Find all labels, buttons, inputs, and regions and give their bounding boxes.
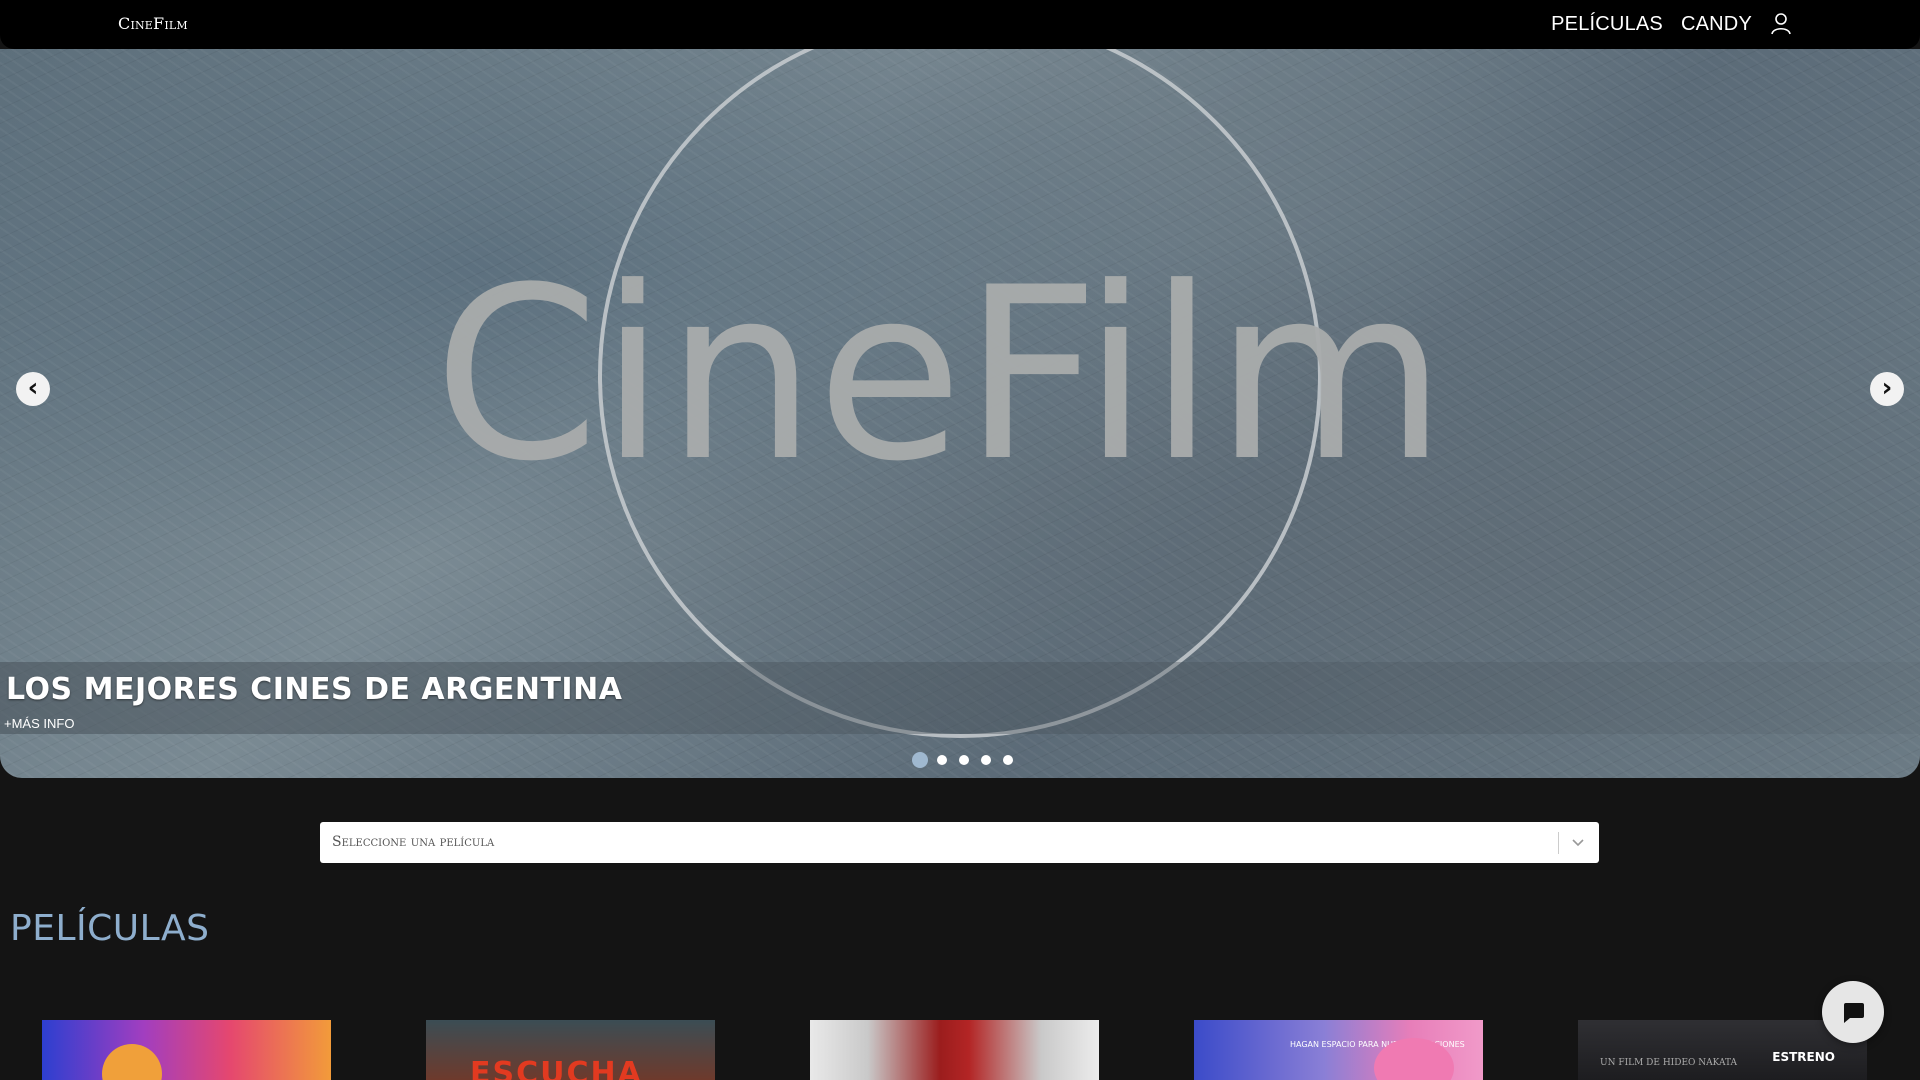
- chat-bubble-icon: [1844, 1003, 1864, 1023]
- main-nav: PELÍCULAS CANDY: [1533, 12, 1792, 36]
- carousel-dot-4[interactable]: [981, 755, 991, 765]
- movie-poster[interactable]: ESCUCHA: [426, 1020, 715, 1080]
- carousel-dot-3[interactable]: [959, 755, 969, 765]
- movie-poster[interactable]: [810, 1020, 1099, 1080]
- carousel-caption-title: LOS MEJORES CINES DE ARGENTINA: [6, 672, 623, 707]
- nav-link-peliculas[interactable]: PELÍCULAS: [1551, 13, 1663, 36]
- movie-poster[interactable]: [42, 1020, 331, 1080]
- movie-posters-row: ESCUCHA HAGAN ESPACIO PARA NUEVAS EMOCIO…: [0, 1020, 1920, 1080]
- movie-select-placeholder: Seleccione una película: [332, 834, 495, 850]
- chevron-left-icon: ‹: [27, 372, 39, 403]
- poster-title-text: ESCUCHA: [470, 1056, 643, 1080]
- movie-select[interactable]: Seleccione una película: [320, 822, 1599, 863]
- chevron-down-icon[interactable]: [1571, 832, 1585, 852]
- carousel-caption: LOS MEJORES CINES DE ARGENTINA +MÁS INFO: [0, 662, 1920, 734]
- carousel-prev-button[interactable]: ‹: [16, 372, 50, 406]
- hero-logo-text: CineFilm: [433, 237, 1446, 514]
- more-info-link[interactable]: +MÁS INFO: [4, 716, 74, 731]
- estreno-badge: ESTRENO: [1772, 1050, 1835, 1064]
- movie-poster[interactable]: HAGAN ESPACIO PARA NUEVAS EMOCIONES: [1194, 1020, 1483, 1080]
- user-icon[interactable]: [1770, 12, 1792, 36]
- select-divider: [1558, 832, 1559, 854]
- section-title-peliculas: PELÍCULAS: [10, 908, 210, 949]
- top-navbar: CineFilm PELÍCULAS CANDY: [0, 0, 1920, 49]
- poster-artwork: [102, 1044, 162, 1080]
- chevron-right-icon: ›: [1881, 372, 1893, 403]
- carousel-dot-1[interactable]: [912, 752, 928, 768]
- carousel-dot-5[interactable]: [1003, 755, 1013, 765]
- carousel-dot-2[interactable]: [937, 755, 947, 765]
- poster-credit-text: UN FILM DE HIDEO NAKATA: [1600, 1058, 1737, 1068]
- brand-logo[interactable]: CineFilm: [118, 14, 188, 33]
- nav-link-candy[interactable]: CANDY: [1681, 13, 1752, 36]
- movie-poster[interactable]: UN FILM DE HIDEO NAKATA ESTRENO: [1578, 1020, 1867, 1080]
- carousel-next-button[interactable]: ›: [1870, 372, 1904, 406]
- chat-button[interactable]: [1822, 981, 1884, 1043]
- carousel-indicators: [912, 752, 1025, 768]
- hero-carousel: CineFilm ‹ › LOS MEJORES CINES DE ARGENT…: [0, 49, 1920, 778]
